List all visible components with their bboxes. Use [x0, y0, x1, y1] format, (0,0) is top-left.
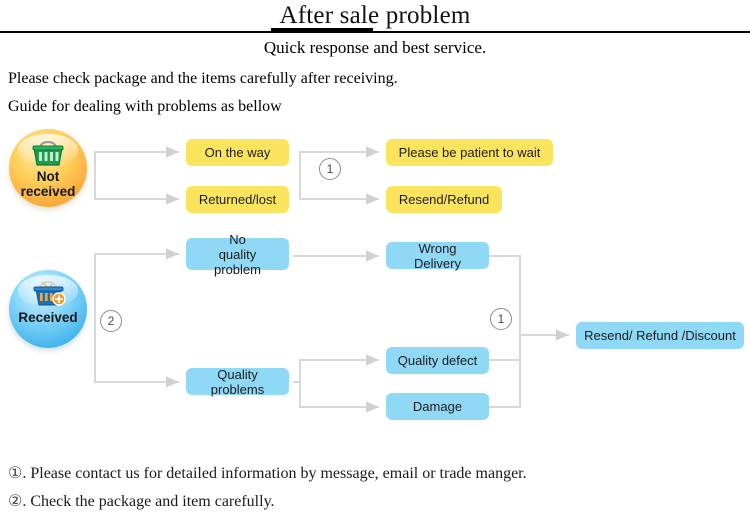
box-damage[interactable]: Damage — [386, 393, 489, 420]
step-marker-2-left: 2 — [100, 310, 122, 332]
step-marker-1-right: 1 — [490, 308, 512, 330]
footer-note-2-text: . Check the package and item carefully. — [22, 493, 275, 510]
title-underline-accent — [271, 28, 373, 33]
box-quality-problems[interactable]: Quality problems — [186, 367, 289, 397]
box-no-quality-problem[interactable]: No quality problem — [186, 232, 289, 277]
box-wrong-delivery[interactable]: Wrong Delivery — [386, 241, 489, 271]
shopping-basket-icon — [32, 141, 64, 166]
node-not-received-label: Not received — [9, 169, 87, 199]
footer-note-2-marker: ② — [8, 493, 23, 510]
node-not-received-label-line2: received — [20, 184, 76, 199]
footer-note-1-text: . Please contact us for detailed informa… — [22, 465, 527, 482]
page-title-text: After sale problem — [279, 2, 471, 29]
node-received-label: Received — [18, 310, 78, 325]
flowchart-connectors — [94, 146, 569, 413]
box-quality-defect[interactable]: Quality defect — [386, 347, 489, 374]
node-received[interactable]: Received — [9, 270, 87, 348]
box-resend-refund[interactable]: Resend/Refund — [386, 186, 502, 213]
intro-line-1: Please check package and the items caref… — [8, 70, 398, 87]
box-please-be-patient-to-wait[interactable]: Please be patient to wait — [386, 139, 553, 166]
box-on-the-way[interactable]: On the way — [186, 139, 289, 166]
footer-note-1-marker: ① — [8, 465, 23, 482]
node-not-received-label-line1: Not — [36, 169, 60, 184]
box-no-quality-problem-line1: No — [229, 231, 246, 247]
box-no-quality-problem-text: No quality problem — [194, 232, 281, 277]
box-returned-lost[interactable]: Returned/lost — [186, 186, 289, 213]
page-subtitle: Quick response and best service. — [263, 38, 487, 57]
step-marker-1-top: 1 — [319, 158, 341, 180]
intro-line-2: Guide for dealing with problems as bello… — [8, 98, 282, 115]
title-divider — [0, 31, 750, 33]
footer-note-2: ②. Check the package and item carefully. — [8, 492, 275, 512]
after-sale-flowchart: Not received Received On the way Returne… — [0, 118, 750, 438]
box-resend-refund-discount[interactable]: Resend/ Refund /Discount — [576, 322, 744, 349]
node-not-received[interactable]: Not received — [9, 129, 87, 207]
shopping-basket-plus-icon — [33, 281, 66, 306]
box-no-quality-problem-line2: quality problem — [214, 246, 261, 277]
footer-note-1: ①. Please contact us for detailed inform… — [8, 464, 527, 484]
